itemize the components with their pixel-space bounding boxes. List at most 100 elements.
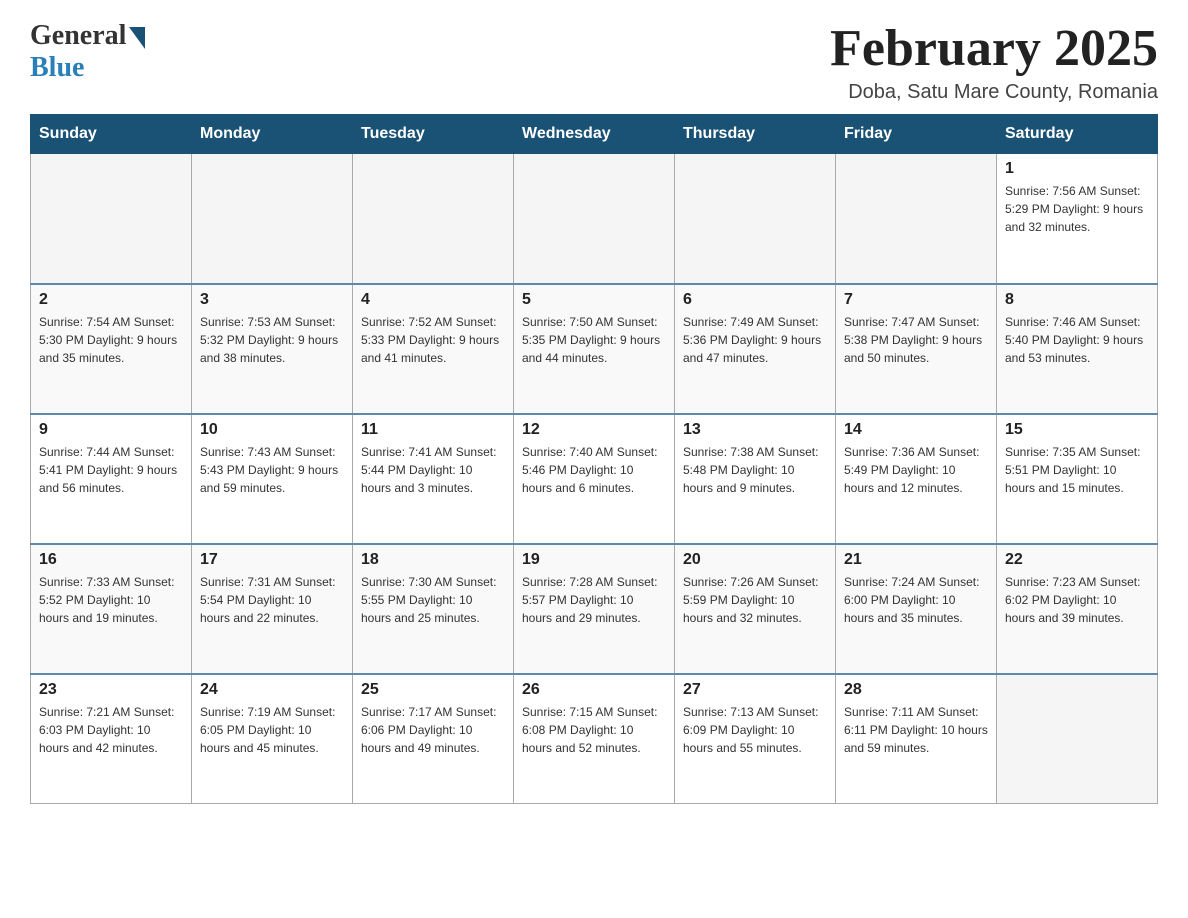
- day-number: 8: [1005, 291, 1149, 309]
- day-number: 1: [1005, 160, 1149, 178]
- day-info: Sunrise: 7:41 AM Sunset: 5:44 PM Dayligh…: [361, 443, 505, 497]
- header-wednesday: Wednesday: [514, 115, 675, 154]
- day-number: 3: [200, 291, 344, 309]
- calendar-cell: 8 Sunrise: 7:46 AM Sunset: 5:40 PM Daylig…: [997, 284, 1158, 414]
- day-number: 13: [683, 421, 827, 439]
- day-info: Sunrise: 7:40 AM Sunset: 5:46 PM Dayligh…: [522, 443, 666, 497]
- day-number: 14: [844, 421, 988, 439]
- location-subtitle: Doba, Satu Mare County, Romania: [830, 81, 1158, 104]
- day-number: 20: [683, 551, 827, 569]
- day-number: 9: [39, 421, 183, 439]
- day-info: Sunrise: 7:52 AM Sunset: 5:33 PM Dayligh…: [361, 313, 505, 367]
- day-number: 21: [844, 551, 988, 569]
- day-info: Sunrise: 7:13 AM Sunset: 6:09 PM Dayligh…: [683, 703, 827, 757]
- calendar-week-row: 2 Sunrise: 7:54 AM Sunset: 5:30 PM Daylig…: [31, 284, 1158, 414]
- day-info: Sunrise: 7:26 AM Sunset: 5:59 PM Dayligh…: [683, 573, 827, 627]
- month-title: February 2025: [830, 20, 1158, 77]
- day-info: Sunrise: 7:30 AM Sunset: 5:55 PM Dayligh…: [361, 573, 505, 627]
- title-section: February 2025 Doba, Satu Mare County, Ro…: [830, 20, 1158, 104]
- calendar-cell: 9 Sunrise: 7:44 AM Sunset: 5:41 PM Daylig…: [31, 414, 192, 544]
- header-monday: Monday: [192, 115, 353, 154]
- calendar-cell: 28 Sunrise: 7:11 AM Sunset: 6:11 PM Dayli…: [836, 674, 997, 804]
- header-thursday: Thursday: [675, 115, 836, 154]
- calendar-cell: 15 Sunrise: 7:35 AM Sunset: 5:51 PM Dayli…: [997, 414, 1158, 544]
- calendar-week-row: 23 Sunrise: 7:21 AM Sunset: 6:03 PM Dayli…: [31, 674, 1158, 804]
- day-number: 2: [39, 291, 183, 309]
- calendar-cell: [353, 154, 514, 284]
- day-number: 18: [361, 551, 505, 569]
- day-info: Sunrise: 7:15 AM Sunset: 6:08 PM Dayligh…: [522, 703, 666, 757]
- day-number: 23: [39, 681, 183, 699]
- day-info: Sunrise: 7:35 AM Sunset: 5:51 PM Dayligh…: [1005, 443, 1149, 497]
- calendar-cell: 4 Sunrise: 7:52 AM Sunset: 5:33 PM Daylig…: [353, 284, 514, 414]
- calendar-cell: 21 Sunrise: 7:24 AM Sunset: 6:00 PM Dayli…: [836, 544, 997, 674]
- logo-blue-text: Blue: [30, 52, 84, 84]
- day-number: 24: [200, 681, 344, 699]
- day-number: 11: [361, 421, 505, 439]
- calendar-cell: 11 Sunrise: 7:41 AM Sunset: 5:44 PM Dayli…: [353, 414, 514, 544]
- logo-general-text: General: [30, 20, 126, 52]
- day-info: Sunrise: 7:31 AM Sunset: 5:54 PM Dayligh…: [200, 573, 344, 627]
- calendar-cell: 26 Sunrise: 7:15 AM Sunset: 6:08 PM Dayli…: [514, 674, 675, 804]
- day-number: 15: [1005, 421, 1149, 439]
- day-info: Sunrise: 7:24 AM Sunset: 6:00 PM Dayligh…: [844, 573, 988, 627]
- calendar-cell: [997, 674, 1158, 804]
- calendar-header-row: SundayMondayTuesdayWednesdayThursdayFrid…: [31, 115, 1158, 154]
- calendar-cell: 22 Sunrise: 7:23 AM Sunset: 6:02 PM Dayli…: [997, 544, 1158, 674]
- calendar-cell: [836, 154, 997, 284]
- day-number: 10: [200, 421, 344, 439]
- calendar-week-row: 1 Sunrise: 7:56 AM Sunset: 5:29 PM Daylig…: [31, 154, 1158, 284]
- day-info: Sunrise: 7:36 AM Sunset: 5:49 PM Dayligh…: [844, 443, 988, 497]
- calendar-cell: 20 Sunrise: 7:26 AM Sunset: 5:59 PM Dayli…: [675, 544, 836, 674]
- day-info: Sunrise: 7:56 AM Sunset: 5:29 PM Dayligh…: [1005, 182, 1149, 236]
- day-number: 17: [200, 551, 344, 569]
- calendar-cell: 10Sunrise: 7:43 AM Sunset: 5:43 PM Dayli…: [192, 414, 353, 544]
- day-number: 12: [522, 421, 666, 439]
- calendar-week-row: 16 Sunrise: 7:33 AM Sunset: 5:52 PM Dayli…: [31, 544, 1158, 674]
- logo: General Blue: [30, 20, 145, 84]
- calendar-cell: 13Sunrise: 7:38 AM Sunset: 5:48 PM Dayli…: [675, 414, 836, 544]
- day-info: Sunrise: 7:46 AM Sunset: 5:40 PM Dayligh…: [1005, 313, 1149, 367]
- day-number: 19: [522, 551, 666, 569]
- calendar-cell: 25Sunrise: 7:17 AM Sunset: 6:06 PM Dayli…: [353, 674, 514, 804]
- day-number: 16: [39, 551, 183, 569]
- header-tuesday: Tuesday: [353, 115, 514, 154]
- day-number: 6: [683, 291, 827, 309]
- day-info: Sunrise: 7:28 AM Sunset: 5:57 PM Dayligh…: [522, 573, 666, 627]
- day-info: Sunrise: 7:23 AM Sunset: 6:02 PM Dayligh…: [1005, 573, 1149, 627]
- day-info: Sunrise: 7:47 AM Sunset: 5:38 PM Dayligh…: [844, 313, 988, 367]
- calendar-cell: 23 Sunrise: 7:21 AM Sunset: 6:03 PM Dayli…: [31, 674, 192, 804]
- day-number: 27: [683, 681, 827, 699]
- calendar-cell: 6 Sunrise: 7:49 AM Sunset: 5:36 PM Daylig…: [675, 284, 836, 414]
- calendar-cell: 18 Sunrise: 7:30 AM Sunset: 5:55 PM Dayli…: [353, 544, 514, 674]
- day-info: Sunrise: 7:44 AM Sunset: 5:41 PM Dayligh…: [39, 443, 183, 497]
- calendar-cell: 14 Sunrise: 7:36 AM Sunset: 5:49 PM Dayli…: [836, 414, 997, 544]
- calendar-cell: [514, 154, 675, 284]
- logo-arrow-icon: [129, 27, 145, 49]
- calendar-table: SundayMondayTuesdayWednesdayThursdayFrid…: [30, 114, 1158, 804]
- day-info: Sunrise: 7:21 AM Sunset: 6:03 PM Dayligh…: [39, 703, 183, 757]
- day-number: 22: [1005, 551, 1149, 569]
- day-number: 5: [522, 291, 666, 309]
- calendar-cell: 24 Sunrise: 7:19 AM Sunset: 6:05 PM Dayli…: [192, 674, 353, 804]
- calendar-cell: 27 Sunrise: 7:13 AM Sunset: 6:09 PM Dayli…: [675, 674, 836, 804]
- day-info: Sunrise: 7:11 AM Sunset: 6:11 PM Dayligh…: [844, 703, 988, 757]
- header-saturday: Saturday: [997, 115, 1158, 154]
- day-number: 4: [361, 291, 505, 309]
- day-info: Sunrise: 7:49 AM Sunset: 5:36 PM Dayligh…: [683, 313, 827, 367]
- day-info: Sunrise: 7:33 AM Sunset: 5:52 PM Dayligh…: [39, 573, 183, 627]
- calendar-cell: 17 Sunrise: 7:31 AM Sunset: 5:54 PM Dayli…: [192, 544, 353, 674]
- day-number: 28: [844, 681, 988, 699]
- calendar-cell: 16 Sunrise: 7:33 AM Sunset: 5:52 PM Dayli…: [31, 544, 192, 674]
- calendar-cell: [192, 154, 353, 284]
- day-info: Sunrise: 7:19 AM Sunset: 6:05 PM Dayligh…: [200, 703, 344, 757]
- calendar-cell: 7 Sunrise: 7:47 AM Sunset: 5:38 PM Daylig…: [836, 284, 997, 414]
- day-number: 25: [361, 681, 505, 699]
- calendar-cell: [675, 154, 836, 284]
- day-number: 7: [844, 291, 988, 309]
- header-sunday: Sunday: [31, 115, 192, 154]
- day-number: 26: [522, 681, 666, 699]
- day-info: Sunrise: 7:54 AM Sunset: 5:30 PM Dayligh…: [39, 313, 183, 367]
- day-info: Sunrise: 7:50 AM Sunset: 5:35 PM Dayligh…: [522, 313, 666, 367]
- day-info: Sunrise: 7:53 AM Sunset: 5:32 PM Dayligh…: [200, 313, 344, 367]
